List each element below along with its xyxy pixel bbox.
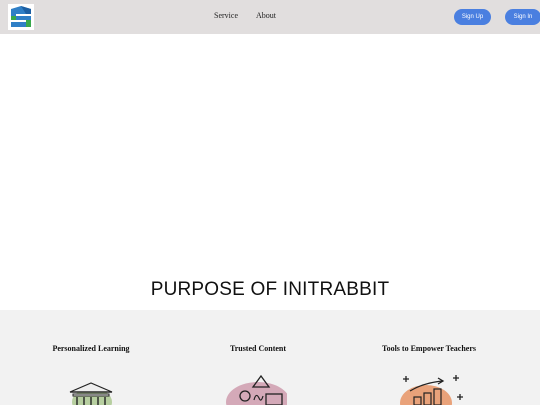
brand-logo[interactable] [8,4,34,30]
feature-title-tools-to-empower-teachers: Tools to Empower Teachers [381,344,476,353]
institution-icon [69,382,113,405]
section-title: PURPOSE OF INITRABBIT [150,279,390,300]
feature-title-personalized-learning: Personalized Learning [52,344,130,353]
shapes-icon [226,374,287,405]
top-navbar: Service About Sign Up Sign In [0,0,540,34]
logo-icon [8,4,34,30]
sign-in-button[interactable]: Sign In [505,9,540,25]
features-section: Personalized Learning Trusted Content To… [0,310,540,405]
sign-up-button[interactable]: Sign Up [454,9,491,25]
feature-title-trusted-content: Trusted Content [229,344,287,353]
nav-link-about[interactable]: About [256,11,276,20]
growth-chart-icon [400,375,463,405]
nav-link-service[interactable]: Service [214,11,238,20]
